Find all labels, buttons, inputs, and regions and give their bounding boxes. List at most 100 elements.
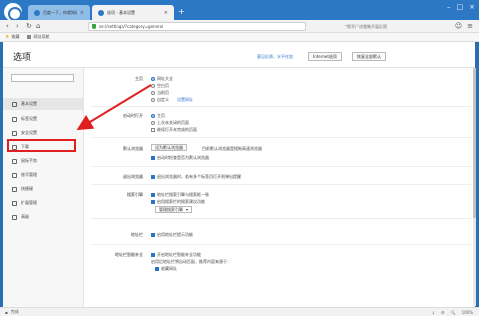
checkbox-checked[interactable] (151, 156, 155, 160)
search-sync-checkbox[interactable]: 地址栏搜索引擎与搜索框一致 (151, 192, 209, 198)
startup-checkbox[interactable]: 继续打开未完成的页面 (151, 127, 197, 133)
sidebar-item-security[interactable]: 安全设置 (3, 127, 83, 139)
sidebar-item-advanced[interactable]: 高级 (3, 211, 83, 223)
close-tab-icon[interactable]: × (80, 10, 84, 16)
sidebar-item-general[interactable]: 基本设置 (3, 98, 83, 110)
checkbox-checked[interactable] (151, 253, 155, 257)
settings-page: 选项 意见反馈，水平在加 Internet选项 恢复全部默认 基本设置 标签设置… (3, 42, 475, 311)
window-controls: – □ × (447, 3, 475, 11)
address-hint-checkbox[interactable]: 启用地址栏提示功能 (151, 232, 193, 238)
tab-settings[interactable]: 选项 - 基本设置 × (92, 5, 174, 20)
close-tab-icon[interactable]: × (164, 10, 168, 16)
search-engine-label: 搜索引擎 (127, 192, 143, 197)
default-browser-status: 目前默认浏览器是搜狗高速浏览器 (202, 146, 262, 151)
sogou-browser-logo-icon[interactable] (4, 3, 22, 21)
home-icon[interactable]: ⌂ (36, 22, 40, 31)
new-tab-button[interactable]: + (178, 7, 185, 17)
zoom-level[interactable]: 100% (462, 310, 473, 315)
radio-selected[interactable] (151, 77, 155, 81)
checkbox-checked[interactable] (151, 200, 155, 204)
title-bar: 百度一下，你就知道 × 选项 - 基本设置 × + – □ × (0, 0, 479, 21)
set-url-link[interactable]: 设置网址 (177, 97, 193, 103)
scrollbar-thumb[interactable] (473, 68, 476, 218)
option-label: 网址大全 (157, 76, 173, 81)
close-window-icon[interactable]: × (469, 3, 475, 11)
startup-option[interactable]: 主页 (151, 113, 165, 119)
maximize-icon[interactable]: □ (457, 3, 464, 11)
download-icon[interactable]: ↓ (432, 310, 435, 315)
option-label: 启用搜索栏的搜索建议功能 (157, 199, 205, 204)
radio-selected[interactable] (151, 114, 155, 118)
bookmark-nav[interactable]: 网址导航 (27, 34, 49, 40)
restore-defaults-button[interactable]: 恢复全部默认 (352, 52, 386, 61)
gear-icon[interactable]: ⚙ (441, 310, 445, 315)
manage-search-engines-dropdown[interactable]: 管理搜索引擎 ▾ (155, 206, 193, 213)
bookmark-label: 收藏 (11, 34, 20, 39)
menu-icon[interactable]: ≡ (467, 22, 473, 30)
check-default-checkbox[interactable]: 启动时检查是否为默认浏览器 (151, 155, 209, 161)
bookmark-label: 网址导航 (33, 34, 50, 39)
shield-icon (12, 130, 17, 136)
set-default-browser-button[interactable]: 设为默认浏览器 (151, 144, 187, 151)
checkbox-checked[interactable] (155, 267, 159, 271)
exit-warning-checkbox[interactable]: 退出浏览器时，若有多个标签页打开则弹出提醒 (151, 174, 241, 180)
checkbox-checked[interactable] (151, 193, 155, 197)
keyboard-icon (12, 186, 17, 192)
sidebar-item-extensions[interactable]: 扩展管理 (3, 197, 83, 209)
menu-icon (12, 214, 17, 220)
settings-search-input[interactable] (11, 74, 74, 82)
tab-baidu[interactable]: 百度一下，你就知道 × (28, 5, 90, 20)
settings-header: 选项 意见反馈，水平在加 Internet选项 恢复全部默认 (3, 42, 475, 68)
sidebar-item-label: 安全设置 (21, 130, 37, 135)
user-icon (12, 172, 17, 178)
checkbox-checked[interactable] (151, 233, 155, 237)
page-status-icon: ▪ (5, 309, 8, 315)
bookmark-favorites[interactable]: ★ 收藏 (5, 34, 19, 40)
sidebar-item-shortcuts[interactable]: 快捷键 (3, 183, 83, 195)
radio[interactable] (151, 91, 155, 95)
homepage-option[interactable]: 网址大全 (151, 76, 173, 82)
scrollbar[interactable] (473, 68, 476, 306)
sidebar-item-tabs[interactable]: 标签设置 (3, 113, 83, 125)
zoom-icon[interactable]: 🔍 (451, 310, 456, 315)
radio[interactable] (151, 84, 155, 88)
page-title: 选项 (13, 53, 32, 63)
chevron-down-icon: ▾ (186, 207, 189, 212)
default-browser-label: 默认浏览器 (123, 146, 143, 151)
search-box-hint[interactable]: *俄军广进雅集开展反围 (345, 24, 387, 30)
homepage-option[interactable]: 空白页 (151, 83, 169, 89)
address-bar[interactable]: se://settings/?category=general (88, 22, 306, 31)
option-label: 收藏网址 (161, 266, 177, 271)
option-label: 地址栏搜索引擎与搜索框一致 (157, 192, 209, 197)
minimize-icon[interactable]: – (447, 3, 451, 11)
option-label: 继续打开未完成的页面 (157, 127, 197, 132)
feedback-link[interactable]: 意见反馈，水平在加 (257, 54, 293, 60)
refresh-icon[interactable]: ↻ (26, 22, 32, 31)
homepage-option[interactable]: 自定义 设置网址 (151, 97, 193, 103)
checkbox-checked[interactable] (151, 175, 155, 179)
settings-sidebar: 基本设置 标签设置 安全设置 下载 鼠标手势 账号管理 快捷键 扩展管理 高级 (3, 68, 84, 311)
divider (91, 166, 471, 167)
startup-option[interactable]: 上次未关闭的页面 (151, 120, 189, 126)
sidebar-item-gestures[interactable]: 鼠标手势 (3, 155, 83, 167)
option-label: 当前页 (157, 90, 169, 95)
user-icon[interactable]: ☺ (455, 22, 462, 30)
search-suggest-checkbox[interactable]: 启用搜索栏的搜索建议功能 (151, 199, 205, 205)
favorites-url-checkbox[interactable]: 收藏网址 (155, 266, 177, 272)
forward-icon[interactable]: › (16, 22, 19, 31)
dropdown-label: 管理搜索引擎 (159, 206, 183, 212)
sidebar-item-label: 账号管理 (21, 172, 37, 177)
status-tools: ↓ ⚙ 🔍 100% (432, 310, 473, 315)
paw-icon (34, 9, 40, 16)
homepage-option[interactable]: 当前页 (151, 90, 169, 96)
divider (91, 184, 471, 185)
checkbox[interactable] (151, 128, 155, 132)
radio[interactable] (151, 121, 155, 125)
status-text: 完成 (10, 309, 19, 314)
internet-options-button[interactable]: Internet选项 (308, 52, 342, 61)
sidebar-item-account[interactable]: 账号管理 (3, 169, 83, 181)
back-icon[interactable]: ‹ (6, 22, 9, 31)
smart-complete-checkbox[interactable]: 开启地址栏智能补全功能 (151, 252, 201, 258)
star-icon: ★ (5, 34, 10, 40)
radio[interactable] (151, 98, 155, 102)
